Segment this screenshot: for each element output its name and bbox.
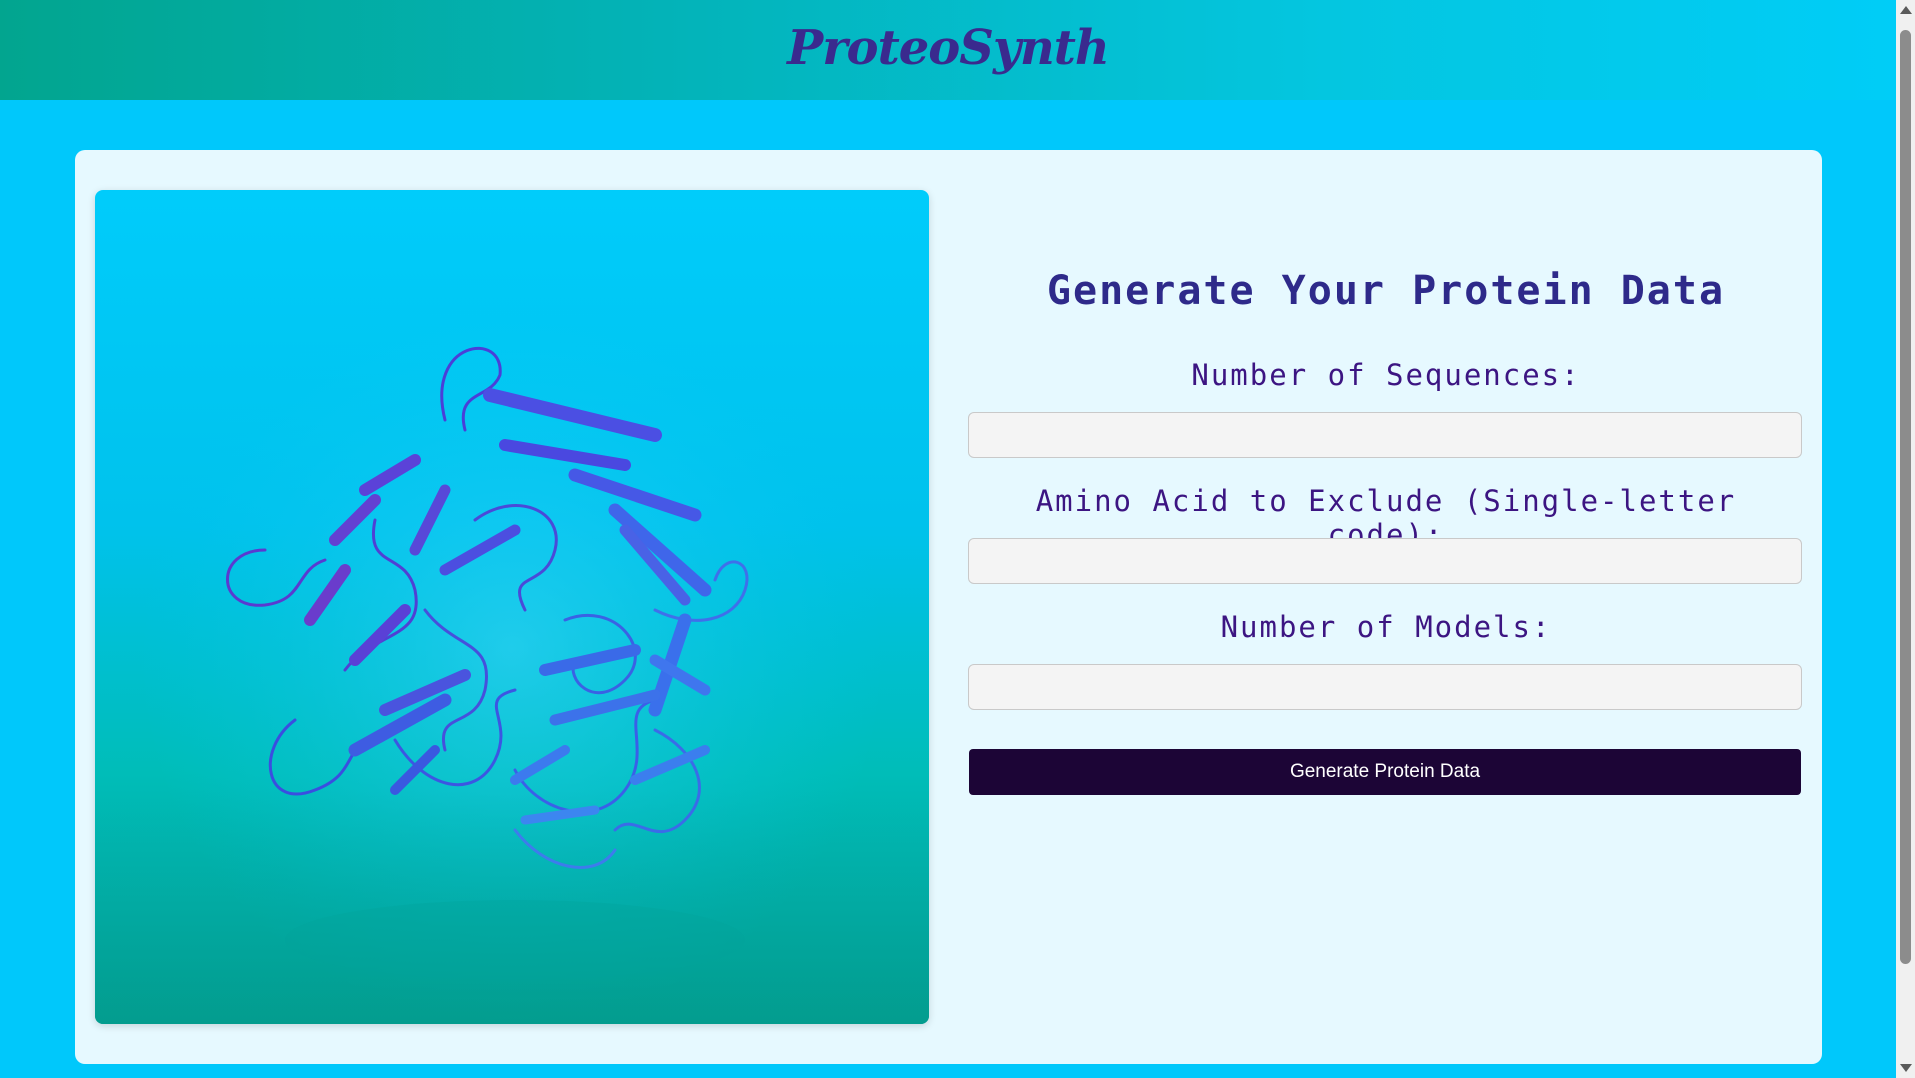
scroll-up-icon[interactable]	[1900, 6, 1912, 14]
protein-structure-illustration-icon	[95, 190, 929, 1024]
sequences-input[interactable]	[968, 412, 1802, 458]
brand-logo[interactable]: ProteoSynth	[787, 20, 1110, 76]
form-title: Generate Your Protein Data	[1046, 268, 1726, 314]
models-label: Number of Models:	[1220, 610, 1552, 644]
scroll-thumb[interactable]	[1900, 30, 1911, 964]
site-header: ProteoSynth	[0, 0, 1896, 100]
models-input[interactable]	[968, 664, 1802, 710]
generate-button[interactable]: Generate Protein Data	[969, 749, 1801, 795]
scroll-down-icon[interactable]	[1900, 1064, 1912, 1072]
page-scrollbar[interactable]	[1896, 0, 1915, 1078]
main-card: Generate Your Protein Data Number of Seq…	[75, 150, 1822, 1064]
exclude-amino-acid-input[interactable]	[968, 538, 1802, 584]
sequences-label: Number of Sequences:	[1191, 358, 1581, 392]
protein-structure-image	[95, 190, 929, 1024]
